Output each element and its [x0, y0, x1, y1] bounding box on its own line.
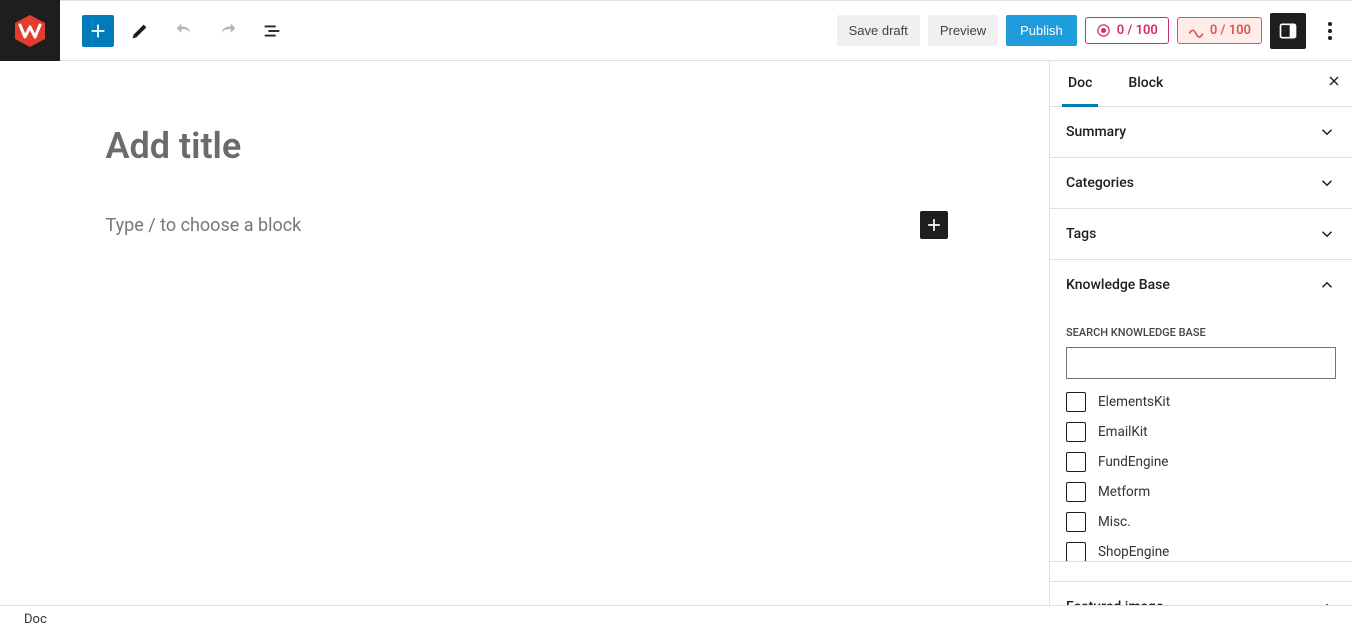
breadcrumb[interactable]: Doc [24, 612, 47, 627]
panel-label: Knowledge Base [1066, 277, 1170, 293]
edit-mode-button[interactable] [122, 13, 158, 49]
seo-score-badge[interactable]: 0 / 100 [1085, 17, 1169, 44]
panel-label: Categories [1066, 175, 1134, 191]
settings-sidebar-toggle[interactable] [1270, 13, 1306, 49]
checkbox[interactable] [1066, 542, 1086, 561]
status-bar: Doc [0, 605, 1352, 633]
panel-label: Tags [1066, 226, 1096, 242]
toolbar-left-group [60, 13, 290, 49]
kb-item-label: Misc. [1098, 514, 1131, 530]
tab-doc[interactable]: Doc [1050, 61, 1110, 106]
save-draft-button[interactable]: Save draft [837, 15, 920, 46]
checkbox[interactable] [1066, 422, 1086, 442]
logo-hex-icon [12, 13, 48, 49]
seo-score-value: 0 / 100 [1117, 23, 1158, 38]
settings-sidebar: Doc Block Summary Categories Tags Knowle… [1049, 61, 1352, 633]
redo-button[interactable] [210, 13, 246, 49]
post-title-input[interactable]: Add title [106, 125, 948, 167]
kb-list[interactable]: ElementsKit EmailKit FundEngine Metform … [1050, 387, 1352, 561]
plus-icon [87, 20, 109, 42]
panel-toggle-summary[interactable]: Summary [1050, 107, 1352, 157]
inline-add-block-button[interactable] [920, 211, 948, 239]
readability-score-value: 0 / 100 [1210, 23, 1251, 38]
checkbox[interactable] [1066, 452, 1086, 472]
panel-knowledge-base: Knowledge Base SEARCH KNOWLEDGE BASE Ele… [1050, 260, 1352, 562]
target-icon [1096, 23, 1111, 38]
kb-item[interactable]: FundEngine [1066, 447, 1336, 477]
kb-item-label: ShopEngine [1098, 544, 1169, 560]
kb-item[interactable]: ShopEngine [1066, 537, 1336, 561]
checkbox[interactable] [1066, 392, 1086, 412]
editor-canvas[interactable]: Add title Type / to choose a block [0, 61, 1049, 605]
outline-icon [261, 20, 283, 42]
wave-icon [1188, 24, 1204, 38]
top-toolbar: Save draft Preview Publish 0 / 100 0 / 1… [0, 0, 1352, 61]
toolbar-right-group: Save draft Preview Publish 0 / 100 0 / 1… [837, 7, 1352, 55]
document-overview-button[interactable] [254, 13, 290, 49]
chevron-up-icon [1318, 276, 1336, 294]
kb-item[interactable]: Metform [1066, 477, 1336, 507]
tab-block[interactable]: Block [1110, 61, 1181, 106]
app-logo[interactable] [0, 0, 60, 61]
panel-tags: Tags [1050, 209, 1352, 260]
panel-label: Summary [1066, 124, 1126, 140]
kb-item-label: FundEngine [1098, 454, 1168, 470]
chevron-down-icon [1318, 225, 1336, 243]
close-icon [1326, 73, 1342, 89]
chevron-down-icon [1318, 174, 1336, 192]
more-options-button[interactable] [1314, 7, 1346, 55]
kb-item[interactable]: ElementsKit [1066, 387, 1336, 417]
redo-icon [217, 20, 239, 42]
kebab-icon [1328, 22, 1332, 40]
sidebar-tabs: Doc Block [1050, 61, 1352, 107]
pencil-icon [129, 20, 151, 42]
plus-icon [924, 215, 944, 235]
checkbox[interactable] [1066, 482, 1086, 502]
kb-item-label: Metform [1098, 484, 1150, 500]
undo-icon [173, 20, 195, 42]
kb-search-input[interactable] [1066, 347, 1336, 379]
sidebar-icon [1278, 21, 1298, 41]
kb-item-label: EmailKit [1098, 424, 1148, 440]
panel-toggle-tags[interactable]: Tags [1050, 209, 1352, 259]
undo-button[interactable] [166, 13, 202, 49]
panel-summary: Summary [1050, 107, 1352, 158]
readability-score-badge[interactable]: 0 / 100 [1177, 17, 1262, 44]
checkbox[interactable] [1066, 512, 1086, 532]
block-placeholder-text[interactable]: Type / to choose a block [106, 215, 302, 236]
add-block-button[interactable] [82, 15, 114, 47]
kb-item[interactable]: Misc. [1066, 507, 1336, 537]
kb-search-label: SEARCH KNOWLEDGE BASE [1066, 326, 1336, 339]
panel-toggle-knowledge-base[interactable]: Knowledge Base [1050, 260, 1352, 310]
preview-button[interactable]: Preview [928, 15, 998, 46]
panel-categories: Categories [1050, 158, 1352, 209]
chevron-down-icon [1318, 123, 1336, 141]
panel-toggle-categories[interactable]: Categories [1050, 158, 1352, 208]
kb-item[interactable]: EmailKit [1066, 417, 1336, 447]
publish-button[interactable]: Publish [1006, 15, 1077, 46]
close-sidebar-button[interactable] [1326, 73, 1342, 93]
kb-item-label: ElementsKit [1098, 394, 1170, 410]
